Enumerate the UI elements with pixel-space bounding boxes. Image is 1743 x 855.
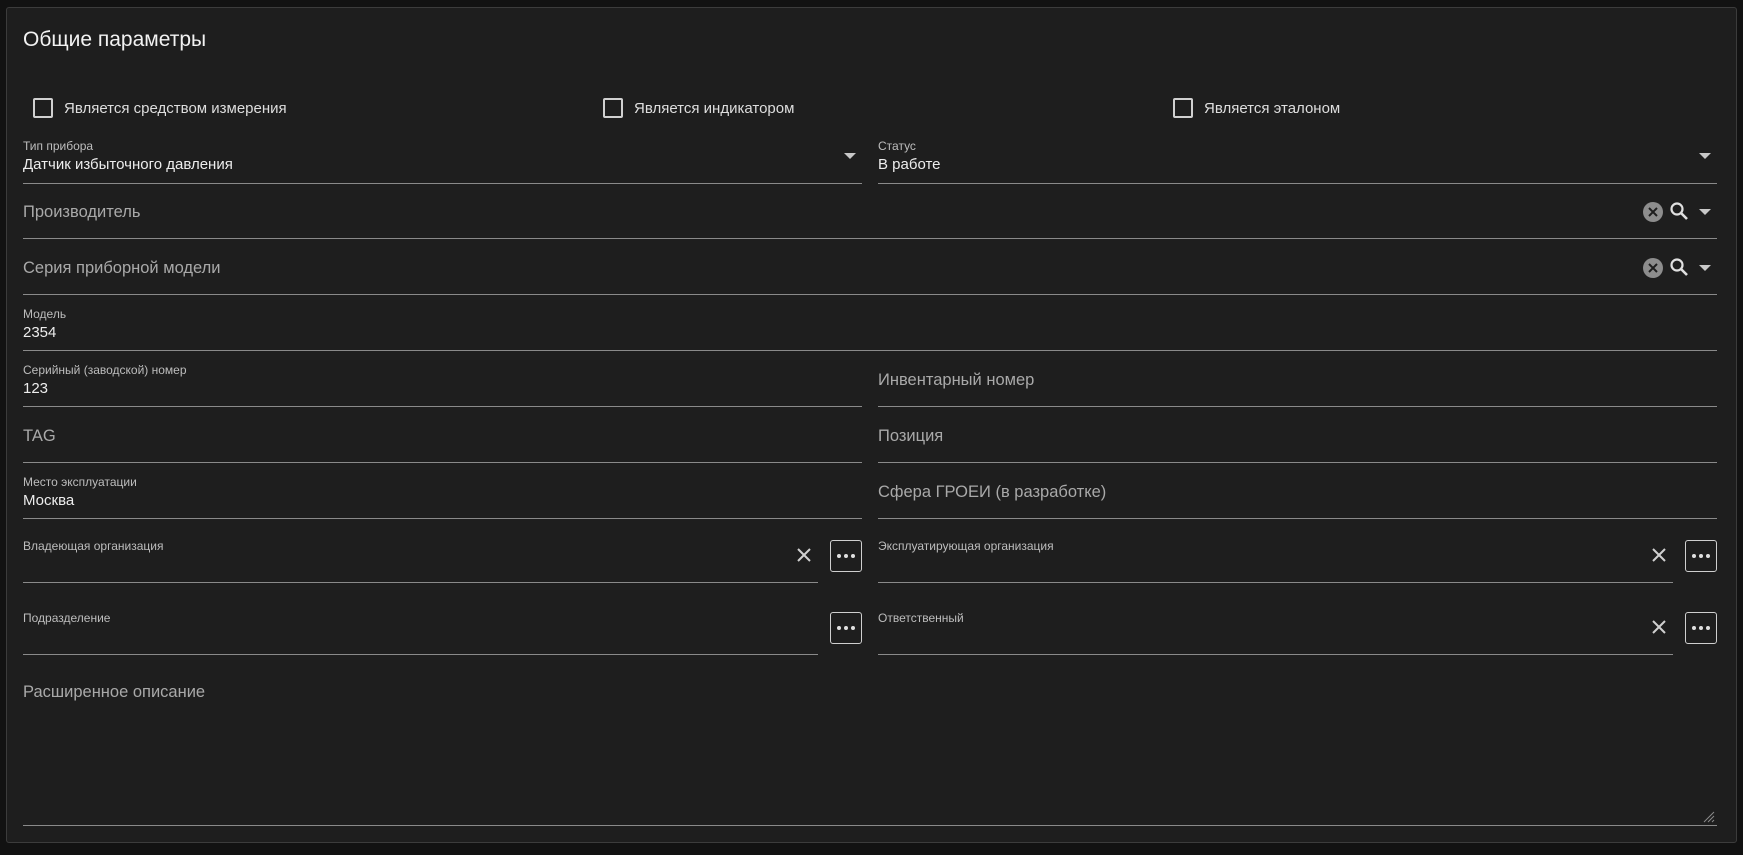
field-value: Датчик избыточного давления <box>23 156 233 173</box>
position-placeholder: Позиция <box>878 427 944 445</box>
chevron-down-icon[interactable] <box>1699 209 1711 215</box>
operating-org-more-button[interactable] <box>1685 540 1717 572</box>
model-series-autocomplete[interactable]: Серия приборной модели <box>23 240 1717 295</box>
extended-description-textarea[interactable]: Расширенное описание <box>23 668 1717 826</box>
responsible-field[interactable]: Ответственный <box>878 592 1673 655</box>
inventory-number-placeholder: Инвентарный номер <box>878 371 1035 389</box>
field-label: Тип прибора <box>23 139 94 153</box>
groei-sphere-placeholder: Сфера ГРОЕИ (в разработке) <box>878 483 1107 501</box>
search-icon[interactable] <box>1669 201 1689 221</box>
close-icon[interactable] <box>1651 619 1667 635</box>
field-label: Серийный (заводской) номер <box>23 363 187 377</box>
field-value: 2354 <box>23 324 57 341</box>
section-title: Общие параметры <box>23 28 207 51</box>
status-select[interactable]: Статус В работе <box>878 133 1717 184</box>
close-icon[interactable] <box>796 547 812 563</box>
model-series-placeholder: Серия приборной модели <box>23 259 221 277</box>
field-label: Эксплуатирующая организация <box>878 539 1054 553</box>
serial-number-field[interactable]: Серийный (заводской) номер 123 <box>23 352 862 407</box>
inventory-number-field[interactable]: Инвентарный номер <box>878 352 1717 407</box>
resize-grip-icon[interactable] <box>1701 809 1715 823</box>
checkbox-label: Является эталоном <box>1204 99 1341 117</box>
chevron-down-icon[interactable] <box>1699 153 1711 159</box>
device-type-select[interactable]: Тип прибора Датчик избыточного давления <box>23 133 862 184</box>
department-field[interactable]: Подразделение <box>23 592 818 655</box>
search-icon[interactable] <box>1669 257 1689 277</box>
field-value: 123 <box>23 380 49 397</box>
tag-field[interactable]: TAG <box>23 408 862 463</box>
manufacturer-autocomplete[interactable]: Производитель <box>23 184 1717 239</box>
field-label: Модель <box>23 307 67 321</box>
checkbox-label: Является средством измерения <box>64 99 287 117</box>
field-value: Москва <box>23 492 75 509</box>
model-field[interactable]: Модель 2354 <box>23 296 1717 351</box>
clear-circle-icon[interactable] <box>1643 258 1663 278</box>
operating-org-field[interactable]: Эксплуатирующая организация <box>878 520 1673 583</box>
checkbox-box[interactable] <box>1173 98 1193 118</box>
department-more-button[interactable] <box>830 612 862 644</box>
close-icon[interactable] <box>1651 547 1667 563</box>
checkbox-measuring-instrument[interactable]: Является средством измерения <box>33 98 287 118</box>
operation-place-field[interactable]: Место эксплуатации Москва <box>23 464 862 519</box>
chevron-down-icon[interactable] <box>844 153 856 159</box>
checkbox-box[interactable] <box>33 98 53 118</box>
groei-sphere-field[interactable]: Сфера ГРОЕИ (в разработке) <box>878 464 1717 519</box>
owner-org-more-button[interactable] <box>830 540 862 572</box>
chevron-down-icon[interactable] <box>1699 265 1711 271</box>
field-label: Владеющая организация <box>23 539 164 553</box>
more-horizontal-icon <box>837 554 841 558</box>
tag-placeholder: TAG <box>23 427 56 445</box>
checkbox-box[interactable] <box>603 98 623 118</box>
extended-description-placeholder: Расширенное описание <box>23 683 206 701</box>
clear-circle-icon[interactable] <box>1643 202 1663 222</box>
field-label: Место эксплуатации <box>23 475 137 489</box>
field-label: Статус <box>878 139 916 153</box>
more-horizontal-icon <box>837 626 841 630</box>
checkbox-standard[interactable]: Является эталоном <box>1173 98 1340 118</box>
position-field[interactable]: Позиция <box>878 408 1717 463</box>
checkbox-label: Является индикатором <box>634 99 795 117</box>
manufacturer-placeholder: Производитель <box>23 203 141 221</box>
more-horizontal-icon <box>1692 626 1696 630</box>
more-horizontal-icon <box>1692 554 1696 558</box>
owner-org-field[interactable]: Владеющая организация <box>23 520 818 583</box>
checkbox-indicator[interactable]: Является индикатором <box>603 98 794 118</box>
field-label: Ответственный <box>878 611 964 625</box>
field-label: Подразделение <box>23 611 111 625</box>
responsible-more-button[interactable] <box>1685 612 1717 644</box>
field-value: В работе <box>878 156 941 173</box>
